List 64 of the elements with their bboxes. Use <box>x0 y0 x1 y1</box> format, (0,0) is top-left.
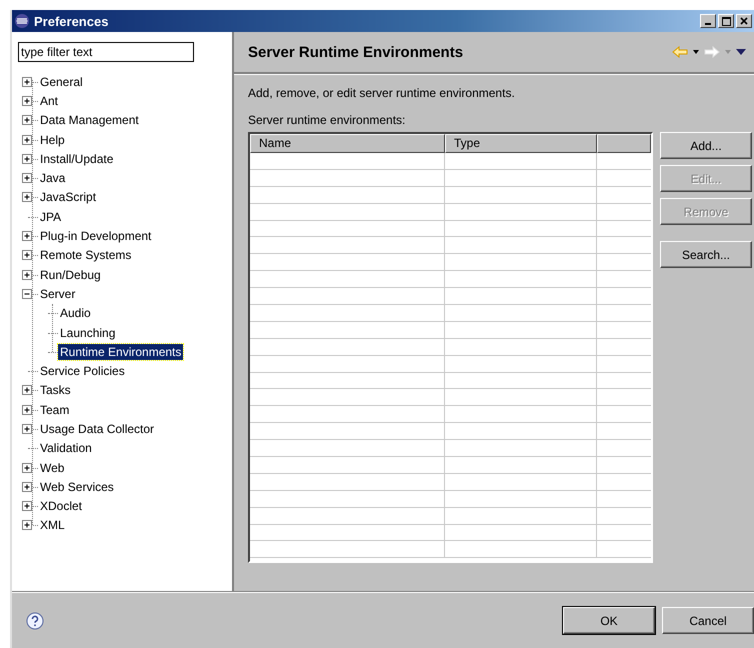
runtime-table[interactable]: Name Type <box>248 132 653 563</box>
expand-icon[interactable] <box>22 96 32 106</box>
maximize-icon <box>722 16 730 26</box>
description: Add, remove, or edit server runtime environments. <box>248 86 516 100</box>
window-title: Preferences <box>34 14 110 28</box>
tree-item[interactable]: Server <box>38 286 78 302</box>
dialog-button[interactable]: Cancel <box>662 607 754 634</box>
tree-item[interactable]: Audio <box>58 305 93 322</box>
close-button[interactable] <box>736 14 752 28</box>
expand-icon[interactable] <box>22 76 32 87</box>
column-header[interactable] <box>597 134 651 153</box>
expand-icon[interactable] <box>22 424 32 434</box>
table-label: Server runtime environments: <box>248 113 406 127</box>
tree-item[interactable]: JPA <box>38 208 64 225</box>
menu-icon[interactable] <box>736 49 746 55</box>
dialog-button[interactable]: OK <box>563 607 655 634</box>
expand-icon[interactable] <box>22 462 32 473</box>
tree-item[interactable]: Launching <box>58 324 118 340</box>
action-button[interactable]: Add... <box>660 132 752 159</box>
minimize-button[interactable] <box>700 14 716 28</box>
column-header[interactable]: Name <box>250 134 445 153</box>
page-title: Server Runtime Environments <box>248 44 464 60</box>
tree-item[interactable]: Help <box>38 132 67 148</box>
tree-item[interactable]: Validation <box>38 440 94 456</box>
expand-icon[interactable] <box>22 173 32 184</box>
tree-item[interactable]: Remote Systems <box>38 247 134 264</box>
expand-icon[interactable] <box>22 270 32 280</box>
tree-item[interactable]: Web Services <box>38 478 116 495</box>
column-header[interactable]: Type <box>445 134 597 153</box>
expand-icon[interactable] <box>22 404 32 415</box>
tree-item[interactable]: Data Management <box>38 112 141 128</box>
filter-field[interactable]: type filter text <box>18 42 194 62</box>
app-icon <box>14 13 30 29</box>
tree-item[interactable]: Run/Debug <box>38 266 103 283</box>
help-icon[interactable] <box>26 612 44 630</box>
tree-item[interactable]: Team <box>38 402 72 418</box>
expand-icon[interactable] <box>22 134 32 145</box>
tree-item[interactable]: JavaScript <box>38 189 98 206</box>
tree-item[interactable]: Usage Data Collector <box>38 420 156 437</box>
action-button[interactable]: Search... <box>660 241 752 268</box>
tree-item[interactable]: Service Policies <box>38 363 127 380</box>
expand-icon[interactable] <box>22 482 32 492</box>
caret-icon[interactable] <box>693 50 699 54</box>
maximize-button[interactable] <box>718 14 734 28</box>
tree-item[interactable]: Plug-in Development <box>38 228 154 244</box>
tree-item[interactable]: Ant <box>38 92 60 109</box>
expand-icon[interactable] <box>22 520 32 530</box>
tree-item[interactable]: Web <box>38 460 66 476</box>
tree-item[interactable]: XML <box>38 517 67 534</box>
expand-icon[interactable] <box>22 501 32 512</box>
expand-icon[interactable] <box>22 385 32 396</box>
expand-icon[interactable] <box>22 192 32 202</box>
close-icon <box>740 17 748 25</box>
expand-icon[interactable] <box>22 231 32 242</box>
expand-icon[interactable] <box>22 154 32 164</box>
expand-icon[interactable] <box>22 115 32 126</box>
collapse-icon[interactable] <box>22 288 32 299</box>
expand-icon[interactable] <box>22 250 32 260</box>
tree-item[interactable]: Runtime Environments <box>58 344 184 360</box>
tree-item[interactable]: Install/Update <box>38 150 116 167</box>
tree-item[interactable]: Tasks <box>38 382 73 398</box>
tree-item[interactable]: Java <box>38 170 68 186</box>
tree-item[interactable]: XDoclet <box>38 498 84 514</box>
tree-item[interactable]: General <box>38 74 85 90</box>
